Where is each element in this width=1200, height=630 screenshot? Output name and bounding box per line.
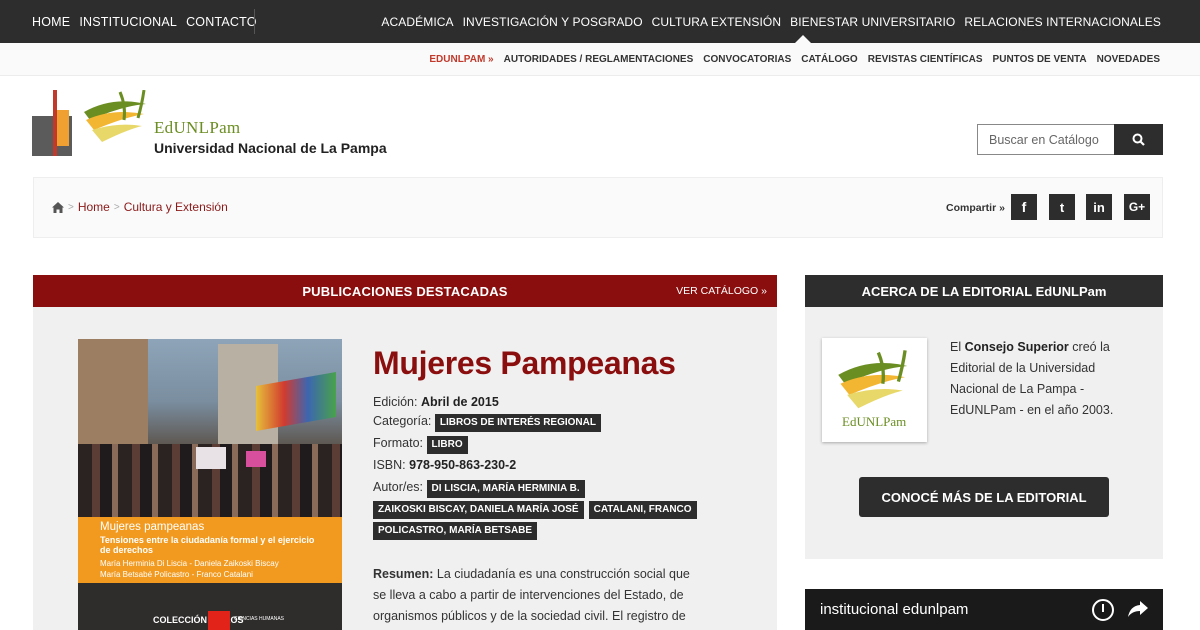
- author-tag[interactable]: CATALANI, FRANCO: [588, 501, 697, 519]
- subnav-revistas[interactable]: REVISTAS CIENTÍFICAS: [868, 54, 983, 65]
- video-title[interactable]: institucional edunlpam: [820, 601, 968, 618]
- book-format: Formato: LIBRO: [373, 436, 468, 454]
- isbn-value: 978-950-863-230-2: [409, 458, 517, 472]
- cover-authors: María Herminia Di Liscia - Daniela Zaiko…: [100, 558, 279, 580]
- search-icon: [1132, 133, 1145, 146]
- share-label: Compartir »: [946, 202, 1005, 214]
- about-text-bold: Consejo Superior: [964, 340, 1069, 354]
- sub-navbar: EDUNLPAM » AUTORIDADES / REGLAMENTACIONE…: [0, 43, 1200, 76]
- cover-building: [78, 339, 148, 459]
- search-button[interactable]: [1114, 124, 1163, 155]
- book-cover[interactable]: Mujeres pampeanas Tensiones entre la ciu…: [78, 339, 342, 630]
- breadcrumb-sep-icon: >: [68, 201, 74, 213]
- nav-divider: [254, 9, 255, 34]
- nav-bienestar[interactable]: BIENESTAR UNIVERSITARIO: [790, 15, 955, 29]
- book-isbn: ISBN: 978-950-863-230-2: [373, 458, 516, 472]
- linkedin-icon[interactable]: in: [1086, 194, 1112, 220]
- format-tag[interactable]: LIBRO: [426, 436, 468, 454]
- category-label: Categoría:: [373, 414, 432, 428]
- editorial-logo: EdUNLPam: [822, 338, 927, 442]
- breadcrumb-home[interactable]: Home: [78, 200, 110, 214]
- book-summary: Resumen: La ciudadanía es una construcci…: [373, 564, 703, 627]
- cover-sign: [196, 447, 226, 469]
- share-arrow-icon[interactable]: [1127, 599, 1149, 619]
- about-text-pre: El: [950, 340, 962, 354]
- nav-contacto[interactable]: CONTACTO: [186, 15, 257, 29]
- search-input[interactable]: [977, 124, 1114, 155]
- breadcrumb: > Home > Cultura y Extensión: [52, 200, 228, 214]
- nav-academica[interactable]: ACADÉMICA: [381, 15, 453, 29]
- author-tag[interactable]: POLICASTRO, MARÍA BETSABE: [373, 522, 538, 540]
- featured-header: PUBLICACIONES DESTACADAS VER CATÁLOGO »: [33, 275, 777, 307]
- about-text: El Consejo Superior creó la Editorial de…: [950, 337, 1140, 421]
- about-title: ACERCA DE LA EDITORIAL EdUNLPam: [861, 284, 1107, 299]
- video-embed[interactable]: institucional edunlpam: [805, 589, 1163, 630]
- subnav-autoridades[interactable]: AUTORIDADES / REGLAMENTACIONES: [504, 54, 694, 65]
- cover-area: CIENCIAS HUMANAS: [234, 616, 285, 622]
- cover-authors-line: María Betsabé Policastro - Franco Catala…: [100, 570, 253, 579]
- editorial-logo-text: EdUNLPam: [842, 414, 907, 429]
- facebook-icon[interactable]: f: [1011, 194, 1037, 220]
- book-category: Categoría: LIBROS DE INTERÉS REGIONAL: [373, 414, 601, 432]
- breadcrumb-sep-icon: >: [113, 201, 120, 213]
- brand-name: EdUNLPam: [154, 118, 241, 137]
- active-caret: [795, 35, 811, 43]
- breadcrumb-bar: > Home > Cultura y Extensión Compartir »…: [33, 177, 1163, 238]
- logo-stripe-orange: [57, 110, 69, 146]
- cover-sign: [246, 451, 266, 467]
- author-tag[interactable]: ZAIKOSKI BISCAY, DANIELA MARÍA JOSÉ: [373, 501, 584, 519]
- edunlpam-leaf-icon: [84, 90, 146, 142]
- university-name: Universidad Nacional de La Pampa: [154, 140, 387, 156]
- cover-collection-mark: [208, 611, 230, 630]
- edition-value: Abril de 2015: [420, 395, 499, 409]
- authors-label: Autor/es:: [373, 480, 424, 494]
- top-nav-right: ACADÉMICA INVESTIGACIÓN Y POSGRADO CULTU…: [381, 0, 1161, 43]
- cover-subtitle: Tensiones entre la ciudadanía formal y e…: [100, 535, 315, 555]
- subnav-catalogo[interactable]: CATÁLOGO: [801, 54, 857, 65]
- subnav-edunlpam[interactable]: EDUNLPAM »: [429, 54, 493, 65]
- summary-label: Resumen:: [373, 567, 434, 581]
- view-catalog-link[interactable]: VER CATÁLOGO »: [676, 285, 767, 297]
- edunlpam-leaf-icon: [838, 350, 908, 409]
- catalog-search: [977, 124, 1163, 155]
- edition-label: Edición:: [373, 395, 418, 409]
- book-title[interactable]: Mujeres Pampeanas: [373, 345, 676, 382]
- nav-investigacion[interactable]: INVESTIGACIÓN Y POSGRADO: [463, 15, 643, 29]
- watch-later-icon[interactable]: [1092, 599, 1114, 621]
- twitter-icon[interactable]: t: [1049, 194, 1075, 220]
- book-edition: Edición: Abril de 2015: [373, 395, 499, 409]
- format-label: Formato:: [373, 436, 424, 450]
- category-tag[interactable]: LIBROS DE INTERÉS REGIONAL: [434, 414, 601, 432]
- top-nav-left: HOME INSTITUCIONAL CONTACTO: [32, 0, 257, 43]
- about-header: ACERCA DE LA EDITORIAL EdUNLPam: [805, 275, 1163, 307]
- googleplus-icon[interactable]: G+: [1124, 194, 1150, 220]
- featured-title: PUBLICACIONES DESTACADAS: [302, 284, 508, 299]
- nav-institucional[interactable]: INSTITUCIONAL: [79, 15, 177, 29]
- site-logo[interactable]: EdUNLPam Universidad Nacional de La Pamp…: [32, 88, 392, 160]
- home-icon[interactable]: [52, 201, 64, 213]
- author-tag[interactable]: DI LISCIA, MARÍA HERMINIA B.: [426, 480, 585, 498]
- nav-home[interactable]: HOME: [32, 15, 70, 29]
- subnav-novedades[interactable]: NOVEDADES: [1097, 54, 1160, 65]
- breadcrumb-section[interactable]: Cultura y Extensión: [124, 200, 228, 214]
- subnav-puntos-venta[interactable]: PUNTOS DE VENTA: [993, 54, 1087, 65]
- nav-cultura-extension[interactable]: CULTURA EXTENSIÓN: [652, 15, 782, 29]
- cover-title: Mujeres pampeanas: [100, 521, 205, 533]
- book-authors: Autor/es: DI LISCIA, MARÍA HERMINIA B. ZA…: [373, 477, 708, 540]
- isbn-label: ISBN:: [373, 458, 406, 472]
- top-navbar: HOME INSTITUCIONAL CONTACTO ACADÉMICA IN…: [0, 0, 1200, 43]
- nav-relaciones[interactable]: RELACIONES INTERNACIONALES: [964, 15, 1161, 29]
- cover-authors-line: María Herminia Di Liscia - Daniela Zaiko…: [100, 559, 279, 568]
- learn-more-button[interactable]: CONOCÉ MÁS DE LA EDITORIAL: [859, 477, 1109, 517]
- subnav-convocatorias[interactable]: CONVOCATORIAS: [703, 54, 791, 65]
